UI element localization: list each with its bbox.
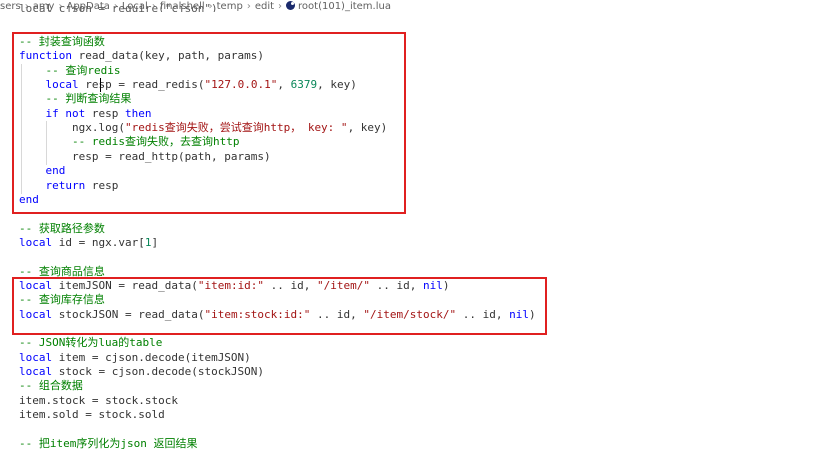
- code-token: item.sold = stock.sold: [19, 408, 165, 422]
- code-token: -- JSON转化为lua的table: [19, 336, 163, 350]
- code-token: -- 组合数据: [19, 379, 83, 393]
- code-token: item = cjson.decode(itemJSON): [52, 350, 251, 364]
- code-line[interactable]: -- JSON转化为lua的table: [19, 336, 162, 350]
- chevron-right-icon: ›: [246, 1, 251, 12]
- code-token: local: [19, 235, 53, 249]
- code-token: stock = cjson.decode(stockJSON): [52, 365, 265, 379]
- lua-file-icon: [286, 1, 296, 10]
- highlight-box-read-data-function: [12, 32, 406, 214]
- breadcrumb-item-edit[interactable]: edit: [255, 0, 274, 14]
- code-line[interactable]: local stock = cjson.decode(stockJSON): [19, 365, 264, 379]
- breadcrumb-item-file[interactable]: root(101)_item.lua: [298, 0, 391, 14]
- code-line[interactable]: item.sold = stock.sold: [19, 408, 165, 422]
- breadcrumb-item-temp[interactable]: temp: [217, 0, 243, 14]
- code-line[interactable]: -- 组合数据: [19, 379, 83, 393]
- code-line[interactable]: local id = ngx.var[1]: [19, 236, 158, 250]
- code-token: local: [19, 350, 53, 364]
- code-line[interactable]: local item = cjson.decode(itemJSON): [19, 351, 251, 365]
- breadcrumb-item-users[interactable]: sers: [0, 0, 21, 14]
- code-token: local: [19, 365, 53, 379]
- code-token: id = ngx.var[: [52, 235, 145, 249]
- code-line[interactable]: item.stock = stock.stock: [19, 394, 178, 408]
- code-token: -- 查询商品信息: [19, 264, 105, 278]
- code-token: -- 把item序列化为json 返回结果: [19, 436, 198, 450]
- highlight-box-read-data-calls: [12, 277, 547, 335]
- partial-code-line: local cjson = require("cjson"): [19, 4, 218, 12]
- code-line[interactable]: -- 把item序列化为json 返回结果: [19, 437, 197, 451]
- code-line[interactable]: -- 获取路径参数: [19, 222, 105, 236]
- code-token: item.stock = stock.stock: [19, 393, 178, 407]
- code-token: ]: [151, 235, 159, 249]
- code-token: -- 获取路径参数: [19, 221, 105, 235]
- chevron-right-icon: ›: [278, 1, 283, 12]
